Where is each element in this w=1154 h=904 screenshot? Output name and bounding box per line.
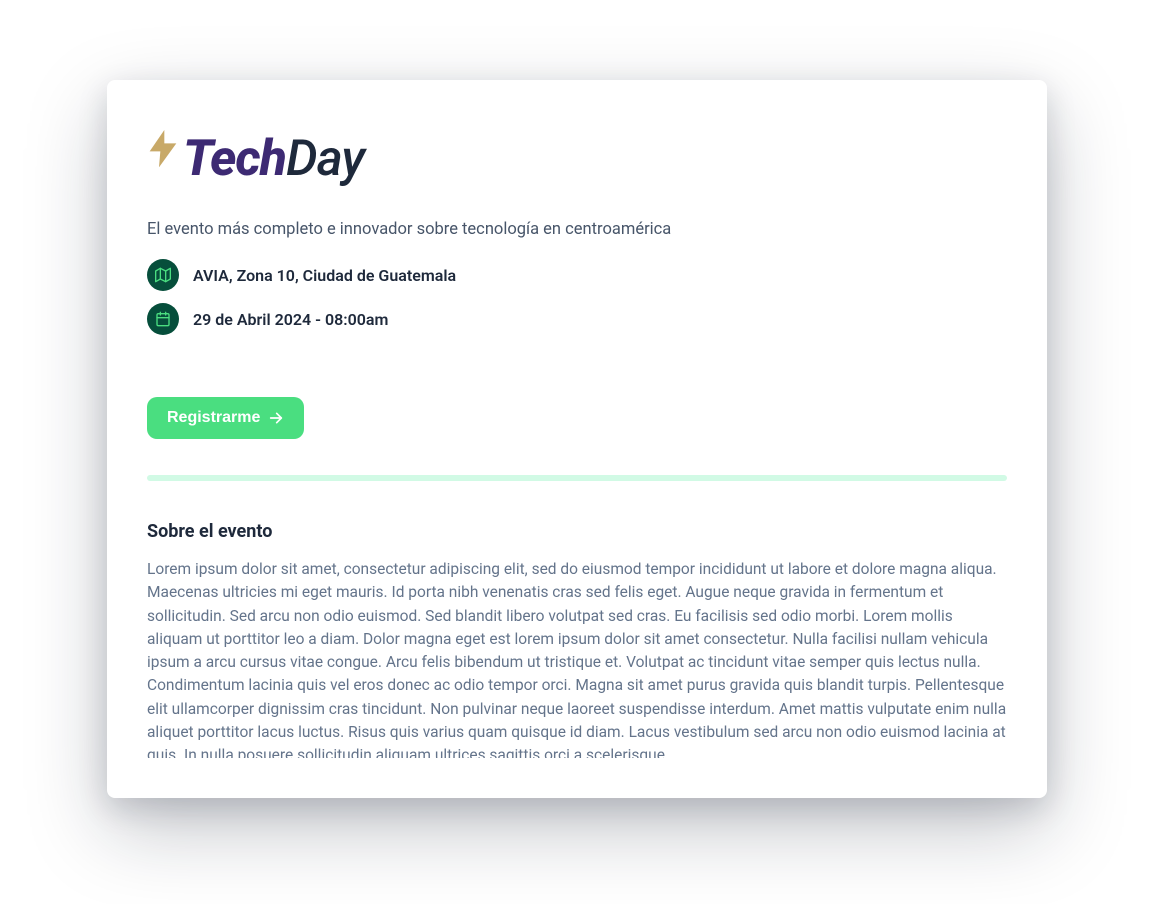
datetime-row: 29 de Abril 2024 - 08:00am (147, 303, 1007, 335)
location-row: AVIA, Zona 10, Ciudad de Guatemala (147, 259, 1007, 291)
about-content: Lorem ipsum dolor sit amet, consectetur … (147, 558, 1007, 758)
tagline: El evento más completo e innovador sobre… (147, 220, 1007, 239)
calendar-icon (147, 303, 179, 335)
logo-day: Day (286, 130, 364, 188)
logo-tech: Tech (183, 130, 286, 188)
bolt-icon (147, 130, 179, 168)
arrow-right-icon (268, 410, 284, 426)
location-text: AVIA, Zona 10, Ciudad de Guatemala (193, 266, 456, 285)
logo: TechDay (147, 130, 1007, 188)
map-icon (147, 259, 179, 291)
event-card: TechDay El evento más completo e innovad… (107, 80, 1047, 798)
about-paragraph: Lorem ipsum dolor sit amet, consectetur … (147, 558, 1007, 758)
datetime-text: 29 de Abril 2024 - 08:00am (193, 310, 388, 329)
about-heading: Sobre el evento (147, 521, 1007, 542)
register-button[interactable]: Registrarme (147, 397, 304, 439)
register-label: Registrarme (167, 409, 260, 427)
divider (147, 475, 1007, 481)
logo-text: TechDay (183, 130, 364, 188)
